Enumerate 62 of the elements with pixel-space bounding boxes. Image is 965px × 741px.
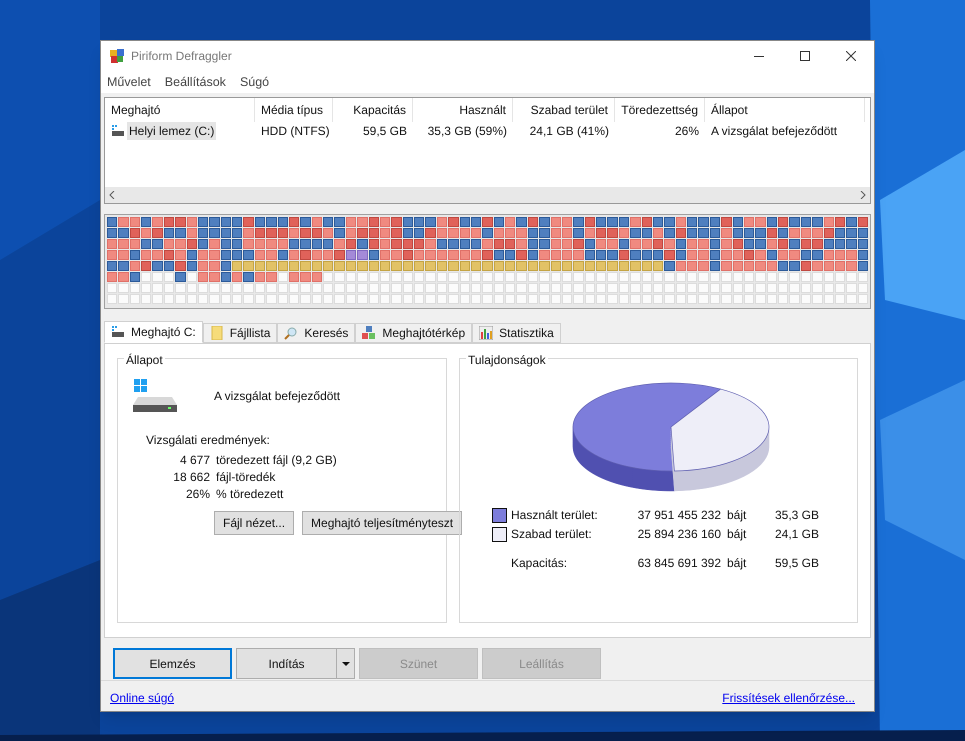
scroll-right-icon[interactable] <box>860 191 866 199</box>
horizontal-scrollbar[interactable] <box>105 187 870 203</box>
tab[interactable]: Keresés <box>277 323 356 343</box>
app-logo-icon <box>109 48 125 64</box>
close-icon <box>846 51 856 61</box>
tab[interactable]: Meghajtótérkép <box>355 323 472 343</box>
table-cell-text: 26% <box>674 123 699 140</box>
result-value: 18 662 <box>172 469 210 486</box>
menu-item[interactable]: Művelet <box>107 72 151 92</box>
unit-label: bájt <box>727 526 748 543</box>
menu-item[interactable]: Súgó <box>240 72 270 92</box>
column-header[interactable]: Használt <box>413 98 513 122</box>
tab[interactable]: Statisztika <box>472 323 561 343</box>
legend-label: Szabad terület: <box>511 526 593 543</box>
blocks-icon <box>362 326 376 340</box>
group-title: Állapot <box>124 351 165 369</box>
result-label: fájl-töredék <box>216 469 276 486</box>
result-label: % töredezett <box>216 486 284 503</box>
drive-icon <box>111 325 125 339</box>
action-button[interactable]: Elemzés <box>113 648 232 679</box>
window-title: Piriform Defraggler <box>131 48 232 65</box>
column-header[interactable]: Média típus <box>255 98 333 122</box>
size-value: 35,3 GB <box>774 507 819 524</box>
action-button[interactable]: Meghajtó teljesítményteszt <box>302 511 462 535</box>
result-value: 4 677 <box>178 452 210 469</box>
byte-count: 63 845 691 392 <box>636 555 721 572</box>
result-label: töredezett fájl (9,2 GB) <box>216 452 337 469</box>
help-link[interactable]: Online súgó <box>110 689 174 707</box>
table-cell[interactable]: Helyi lemez (C:) <box>127 122 216 140</box>
table-cell-text: 24,1 GB (41%) <box>530 123 609 140</box>
updates-link[interactable]: Frissítések ellenőrzése... <box>722 689 855 707</box>
column-header[interactable]: Állapot <box>705 98 865 122</box>
folder-icon <box>210 326 224 340</box>
table-cell-text: 59,5 GB <box>362 123 407 140</box>
table-cell-text: A vizsgálat befejeződött <box>711 123 838 140</box>
magnifier-icon <box>284 326 298 340</box>
menu-item[interactable]: Beállítások <box>164 72 226 92</box>
hard-drive-icon <box>132 379 178 413</box>
size-value: 24,1 GB <box>774 526 819 543</box>
tab[interactable]: Fájllista <box>202 323 278 343</box>
tab[interactable]: Meghajtó C: <box>104 321 203 343</box>
byte-count: 25 894 236 160 <box>636 526 721 543</box>
size-value: 59,5 GB <box>774 555 819 572</box>
unit-label: bájt <box>727 507 748 524</box>
legend-label: Kapacitás: <box>511 555 568 572</box>
column-header[interactable]: Szabad terület <box>513 98 615 122</box>
result-value: 26% <box>184 486 210 503</box>
byte-count: 37 951 455 232 <box>636 507 721 524</box>
column-header[interactable]: Kapacitás <box>333 98 413 122</box>
scroll-left-icon[interactable] <box>109 191 115 199</box>
bar-chart-icon <box>479 326 494 340</box>
column-header[interactable]: Töredezettség <box>615 98 705 122</box>
drive-icon <box>111 124 125 138</box>
action-button[interactable]: Indítás <box>236 648 355 679</box>
table-cell-text: 35,3 GB (59%) <box>428 123 507 140</box>
status-message: A vizsgálat befejeződött <box>214 388 340 405</box>
unit-label: bájt <box>727 555 748 572</box>
results-title: Vizsgálati eredmények: <box>146 432 271 449</box>
legend-label: Használt terület: <box>511 507 599 524</box>
caret-icon <box>342 662 350 666</box>
table-cell-text: HDD (NTFS) <box>261 123 330 140</box>
action-button[interactable]: Fájl nézet... <box>214 511 294 535</box>
